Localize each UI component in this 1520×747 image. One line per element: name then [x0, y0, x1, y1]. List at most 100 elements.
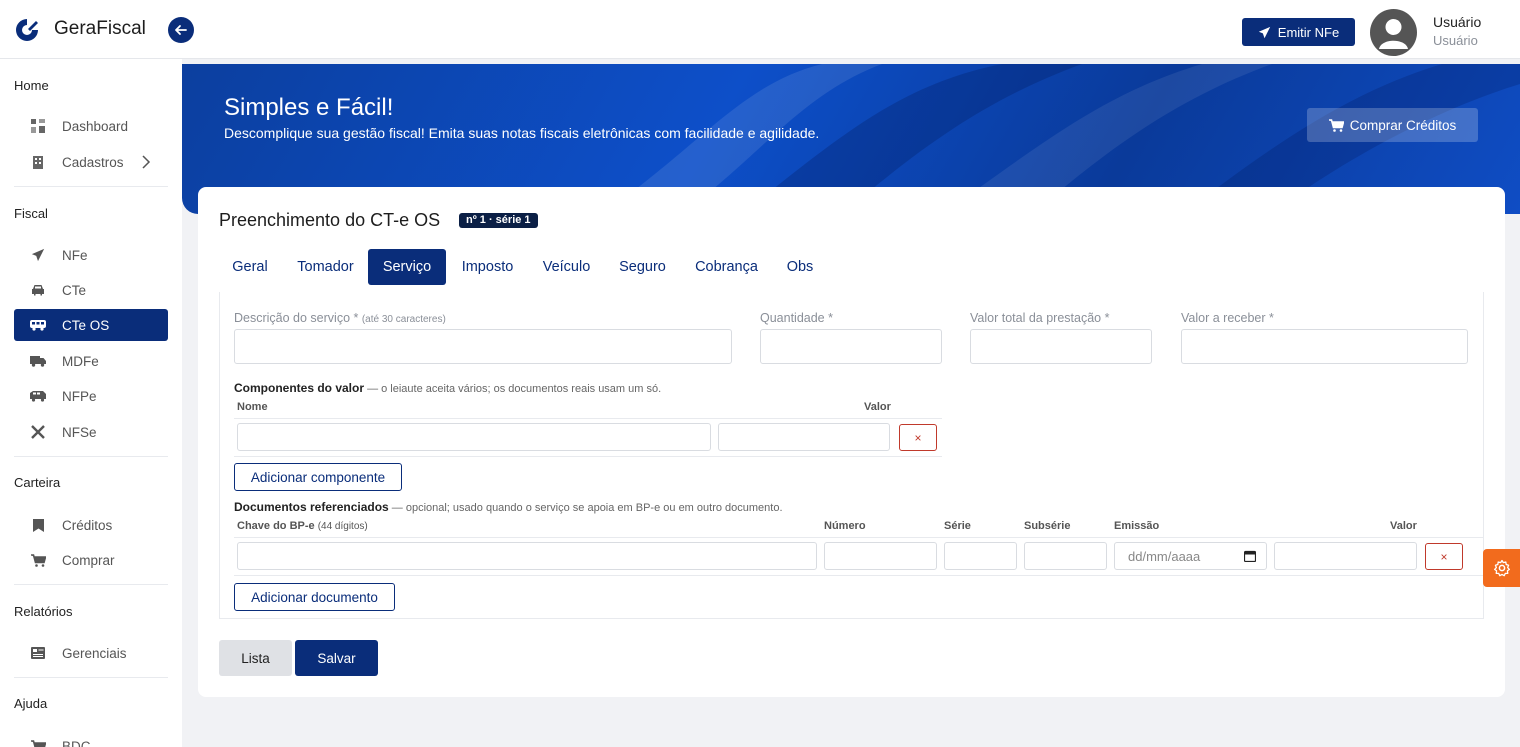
- calendar-icon: [1244, 550, 1256, 562]
- sidebar-divider: [14, 186, 168, 187]
- documento-serie-input[interactable]: [944, 542, 1017, 570]
- sidebar-item-cadastros[interactable]: Cadastros: [14, 146, 168, 178]
- sidebar-item-label: NFSe: [62, 424, 97, 440]
- tab-imposto[interactable]: Imposto: [449, 249, 526, 285]
- top-bar: GeraFiscal Emitir NFe Usuário Usuário: [0, 0, 1520, 59]
- quantidade-label: Quantidade *: [760, 311, 833, 325]
- sidebar-section-ajuda: Ajuda: [14, 696, 48, 711]
- remove-componente-button[interactable]: ×: [899, 424, 937, 451]
- tools-icon: [14, 425, 62, 439]
- documento-subserie-input[interactable]: [1024, 542, 1107, 570]
- building-icon: [14, 155, 62, 169]
- sidebar-item-creditos[interactable]: Créditos: [14, 509, 168, 541]
- servico-panel: Descrição do serviço * (até 30 caractere…: [219, 292, 1484, 619]
- tab-tomador[interactable]: Tomador: [284, 249, 367, 285]
- tab-seguro[interactable]: Seguro: [608, 249, 677, 285]
- help-icon: [14, 739, 62, 747]
- documento-valor-input[interactable]: [1274, 542, 1417, 570]
- form-card: Preenchimento do CT-e OS nº 1 · série 1 …: [198, 187, 1505, 697]
- tab-obs[interactable]: Obs: [776, 249, 824, 285]
- sidebar-item-label: CTe OS: [62, 317, 110, 333]
- componente-nome-input[interactable]: [237, 423, 711, 451]
- truck-icon: [14, 355, 62, 367]
- remove-documento-button[interactable]: ×: [1425, 543, 1463, 570]
- sidebar-section-home: Home: [14, 78, 49, 93]
- avatar[interactable]: [1370, 9, 1417, 56]
- sidebar-divider: [14, 677, 168, 678]
- list-button[interactable]: Lista: [219, 640, 292, 676]
- sidebar-divider: [14, 584, 168, 585]
- documentos-heading: Documentos referenciados — opcional; usa…: [234, 500, 783, 514]
- sidebar-section-fiscal: Fiscal: [14, 206, 48, 221]
- column-header-subserie: Subsérie: [1024, 520, 1071, 532]
- sidebar-item-nfse[interactable]: NFSe: [14, 416, 168, 448]
- sidebar-item-nfe[interactable]: NFe: [14, 239, 168, 271]
- table-divider: [234, 418, 942, 419]
- banner-subtitle: Descomplique sua gestão fiscal! Emita su…: [224, 125, 820, 141]
- sidebar: Home Dashboard Cadastros Fiscal NFe CTe …: [0, 59, 182, 747]
- column-header-nome: Nome: [237, 401, 268, 413]
- report-icon: [14, 647, 62, 659]
- sidebar-item-label: Cadastros: [62, 154, 124, 170]
- chave-hint: (44 dígitos): [317, 521, 368, 532]
- column-header-chave: Chave do BP-e (44 dígitos): [237, 520, 368, 532]
- documento-chave-input[interactable]: [237, 542, 817, 570]
- documento-emissao-date-input[interactable]: dd/mm/aaaa: [1114, 542, 1267, 570]
- sidebar-item-label: MDFe: [62, 353, 99, 369]
- column-header-serie: Série: [944, 520, 971, 532]
- emit-nfe-button[interactable]: Emitir NFe: [1242, 18, 1355, 46]
- car-icon: [14, 284, 62, 296]
- sidebar-item-label: BDC: [62, 738, 91, 747]
- documento-numero-input[interactable]: [824, 542, 937, 570]
- column-header-emissao: Emissão: [1114, 520, 1160, 532]
- sidebar-section-relatorios: Relatórios: [14, 604, 73, 619]
- valor-total-input[interactable]: [970, 329, 1152, 364]
- documentos-note: — opcional; usado quando o serviço se ap…: [388, 502, 783, 514]
- sidebar-item-gerenciais[interactable]: Gerenciais: [14, 637, 168, 669]
- gerafiscal-logo-icon: [16, 19, 38, 41]
- brand-name: GeraFiscal: [54, 18, 146, 39]
- collapse-sidebar-button[interactable]: [168, 17, 194, 43]
- valor-total-label: Valor total da prestação *: [970, 311, 1110, 325]
- sidebar-item-nfpe[interactable]: NFPe: [14, 380, 168, 412]
- buy-credits-label: Comprar Créditos: [1349, 117, 1457, 133]
- sidebar-item-comprar[interactable]: Comprar: [14, 544, 168, 576]
- van-icon: [14, 390, 62, 402]
- sidebar-item-bdc[interactable]: BDC: [14, 730, 168, 747]
- user-role: Usuário: [1433, 33, 1478, 48]
- sidebar-item-label: NFPe: [62, 388, 97, 404]
- sidebar-section-carteira: Carteira: [14, 475, 61, 490]
- cart-icon: [14, 553, 62, 567]
- settings-button[interactable]: [1483, 549, 1520, 587]
- sidebar-item-label: Dashboard: [62, 118, 129, 134]
- descricao-label: Descrição do serviço * (até 30 caractere…: [234, 311, 446, 325]
- quantidade-input[interactable]: [760, 329, 942, 364]
- componentes-heading: Componentes do valor — o leiaute aceita …: [234, 381, 662, 395]
- sidebar-item-cte-os[interactable]: CTe OS: [14, 309, 168, 341]
- arrow-left-icon: [175, 25, 187, 35]
- column-header-valor: Valor: [864, 401, 891, 413]
- sidebar-item-cte[interactable]: CTe: [14, 274, 168, 306]
- table-divider: [234, 575, 1484, 576]
- date-placeholder: dd/mm/aaaa: [1128, 548, 1201, 564]
- tab-servico[interactable]: Serviço: [368, 249, 446, 285]
- add-componente-button[interactable]: Adicionar componente: [234, 463, 402, 491]
- save-button[interactable]: Salvar: [295, 640, 378, 676]
- sidebar-item-mdfe[interactable]: MDFe: [14, 345, 168, 377]
- sidebar-item-dashboard[interactable]: Dashboard: [14, 110, 168, 142]
- valor-receber-input[interactable]: [1181, 329, 1468, 364]
- bus-icon: [14, 319, 62, 331]
- descricao-input[interactable]: [234, 329, 732, 364]
- componente-valor-input[interactable]: [718, 423, 890, 451]
- tab-veiculo[interactable]: Veículo: [528, 249, 605, 285]
- emit-nfe-label: Emitir NFe: [1277, 24, 1340, 40]
- sidebar-item-label: Gerenciais: [62, 645, 127, 661]
- document-number-badge: nº 1 · série 1: [459, 213, 538, 228]
- tab-cobranca[interactable]: Cobrança: [680, 249, 773, 285]
- sidebar-divider: [14, 456, 168, 457]
- bookmark-icon: [14, 518, 62, 532]
- tab-geral[interactable]: Geral: [219, 249, 281, 285]
- buy-credits-button[interactable]: Comprar Créditos: [1307, 108, 1478, 142]
- add-documento-button[interactable]: Adicionar documento: [234, 583, 395, 611]
- page-title: Preenchimento do CT-e OS: [219, 210, 441, 230]
